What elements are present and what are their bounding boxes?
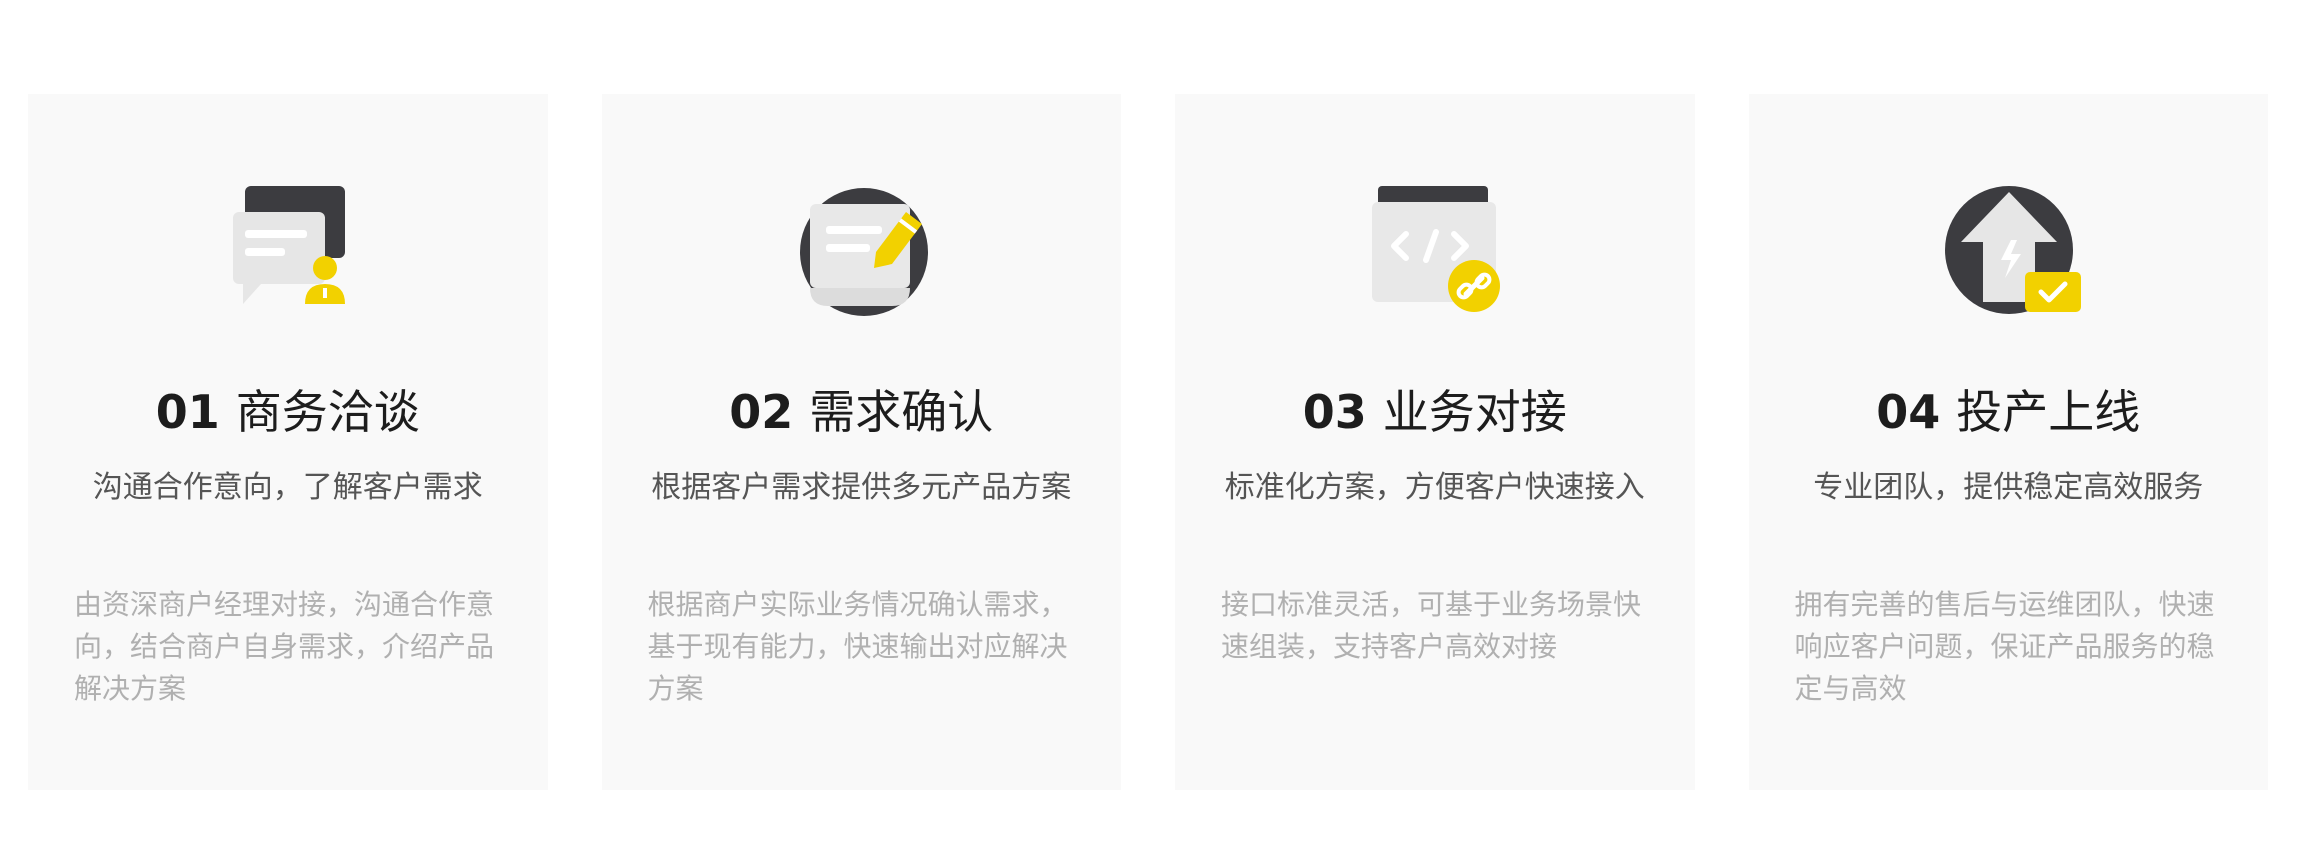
step-description: 拥有完善的售后与运维团队，快速响应客户问题，保证产品服务的稳定与高效: [1794, 588, 2215, 705]
step-name: 需求确认: [809, 385, 994, 439]
step-number: 04: [1876, 385, 1941, 439]
chat-person-icon: [213, 182, 363, 332]
step-title: 04 投产上线: [1749, 382, 2269, 442]
launch-check-icon: [1933, 182, 2083, 332]
step-card-business-integration: 03 业务对接 标准化方案，方便客户快速接入 接口标准灵活，可基于业务场景快速组装…: [1175, 94, 1695, 790]
step-title: 02 需求确认: [602, 382, 1122, 442]
step-subtitle: 标准化方案，方便客户快速接入: [1224, 470, 1645, 505]
document-edit-icon: [786, 182, 936, 332]
step-name: 业务对接: [1382, 385, 1567, 439]
process-steps: 01 商务洽谈 沟通合作意向，了解客户需求 由资深商户经理对接，沟通合作意向，结合…: [28, 94, 2268, 790]
step-subtitle: 根据客户需求提供多元产品方案: [651, 470, 1072, 505]
step-name: 投产上线: [1956, 385, 2141, 439]
step-name: 商务洽谈: [235, 385, 420, 439]
step-description: 接口标准灵活，可基于业务场景快速组装，支持客户高效对接: [1221, 588, 1642, 663]
step-title: 01 商务洽谈: [28, 382, 548, 442]
step-subtitle: 沟通合作意向，了解客户需求: [92, 470, 483, 505]
step-description: 由资深商户经理对接，沟通合作意向，结合商户自身需求，介绍产品解决方案: [74, 588, 495, 705]
step-card-production-launch: 04 投产上线 专业团队，提供稳定高效服务 拥有完善的售后与运维团队，快速响应客户…: [1748, 94, 2269, 790]
step-description: 根据商户实际业务情况确认需求，基于现有能力，快速输出对应解决方案: [647, 588, 1068, 705]
step-title: 03 业务对接: [1175, 382, 1695, 442]
step-card-requirement-confirmation: 02 需求确认 根据客户需求提供多元产品方案 根据商户实际业务情况确认需求，基于现…: [601, 94, 1122, 790]
step-number: 01: [155, 385, 220, 439]
step-number: 03: [1302, 385, 1367, 439]
code-link-icon: [1360, 182, 1510, 332]
step-number: 02: [729, 385, 794, 439]
step-card-business-negotiation: 01 商务洽谈 沟通合作意向，了解客户需求 由资深商户经理对接，沟通合作意向，结合…: [28, 94, 548, 790]
step-subtitle: 专业团队，提供稳定高效服务: [1813, 470, 2204, 505]
